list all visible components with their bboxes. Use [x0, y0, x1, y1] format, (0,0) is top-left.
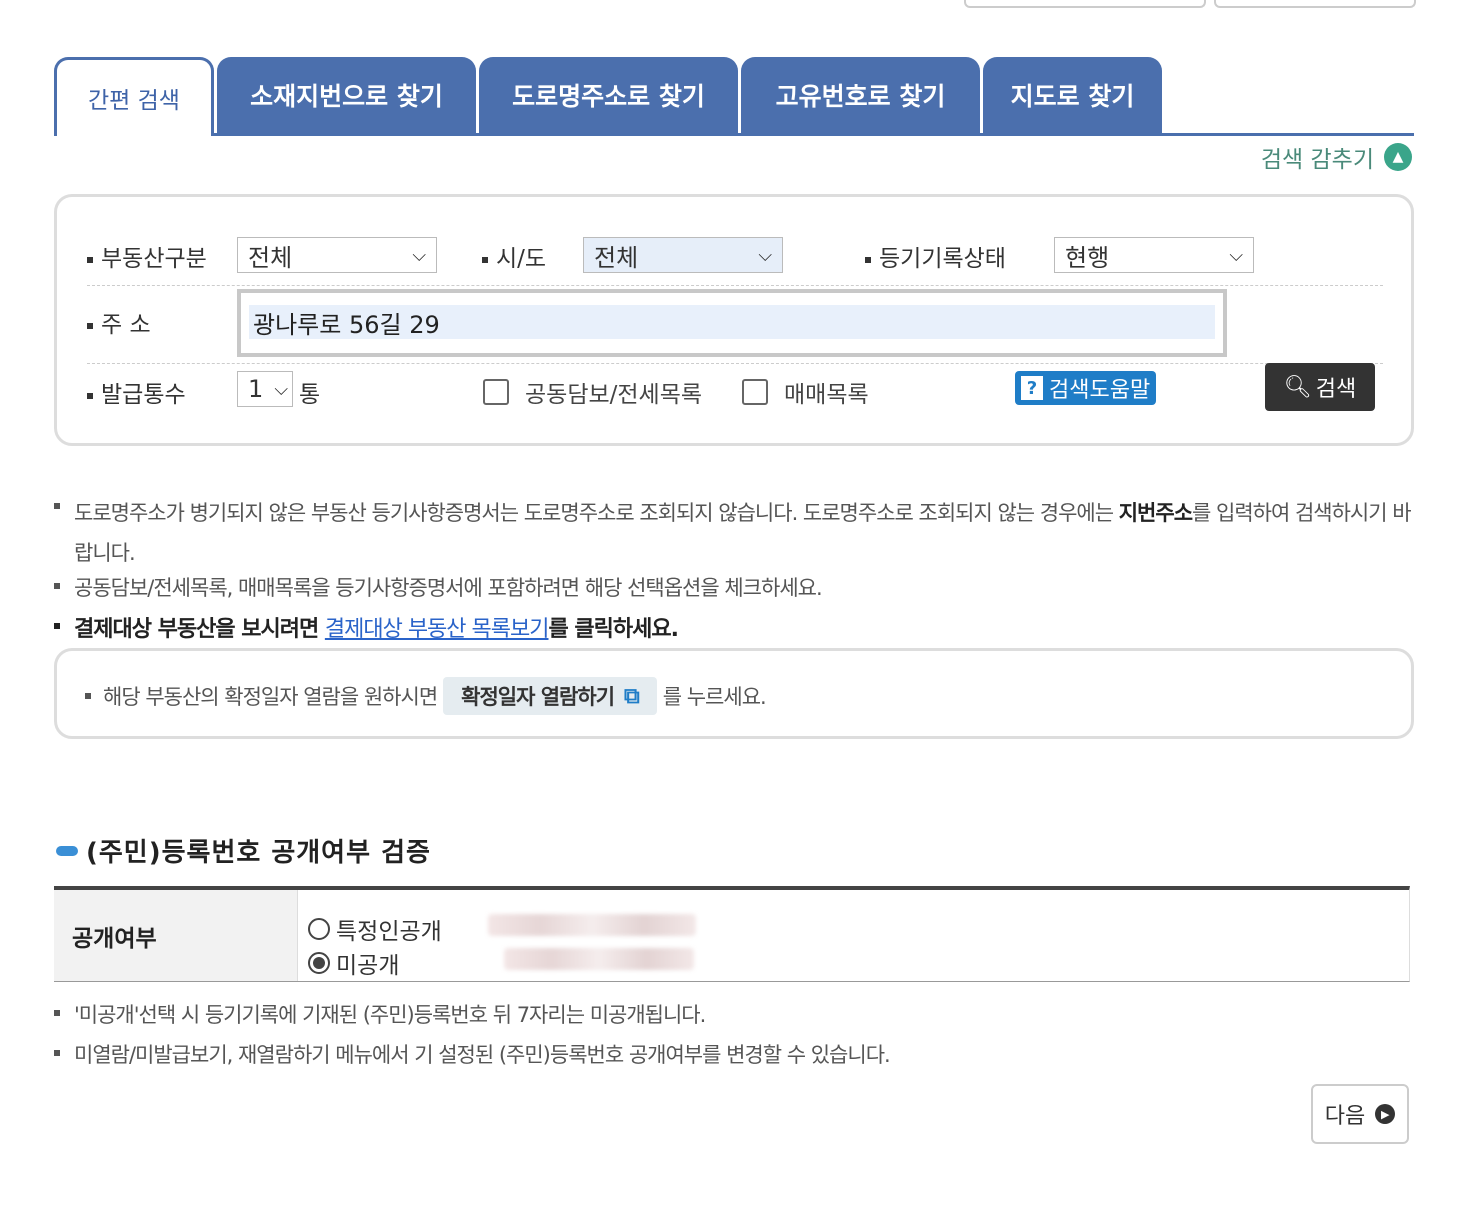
tab-simple-search[interactable]: 간편 검색	[54, 57, 214, 136]
note-bullet	[54, 1050, 60, 1056]
note-bullet	[54, 583, 60, 589]
disclosure-title-text: (주민)등록번호 공개여부 검증	[86, 838, 431, 868]
search-help-button[interactable]: ? 검색도움말	[1015, 371, 1157, 405]
chevron-down-icon: ⌵	[758, 244, 772, 266]
hide-search-label: 검색 감추기	[1260, 147, 1374, 173]
disclosure-section-title: (주민)등록번호 공개여부 검증	[56, 832, 431, 869]
radio-specific[interactable]: 특정인공개	[308, 912, 442, 946]
note-road-address-bold: 지번주소	[1118, 501, 1193, 525]
search-help-label: 검색도움말	[1049, 378, 1151, 403]
tab-unique-number[interactable]: 고유번호로 찾기	[741, 57, 980, 133]
disclosure-note-1: '미공개'선택 시 등기기록에 기재된 (주민)등록번호 뒤 7자리는 미공개됩…	[74, 1003, 706, 1027]
note-payment-text-1: 결제대상 부동산을 보시려면	[74, 617, 325, 642]
search-button-label: 검색	[1315, 377, 1357, 402]
record-status-select[interactable]: 현행 ⌵	[1054, 237, 1254, 273]
confirm-date-button[interactable]: 확정일자 열람하기 ⧉	[443, 677, 657, 715]
note-bullet	[54, 1010, 60, 1016]
address-label: 주 소	[87, 305, 151, 339]
note-bullet	[54, 623, 60, 629]
note-road-address: 도로명주소가 병기되지 않은 부동산 등기사항증명서는 도로명주소로 조회되지 …	[74, 493, 1419, 573]
note-payment: 결제대상 부동산을 보시려면 결제대상 부동산 목록보기를 클릭하세요.	[74, 611, 679, 643]
sales-list-label: 매매목록	[784, 382, 869, 408]
search-button[interactable]: 🔍︎ 검색	[1265, 363, 1375, 411]
radio-specific-label: 특정인공개	[336, 919, 442, 945]
search-icon: 🔍︎	[1283, 374, 1312, 400]
tab-lot-number[interactable]: 소재지번으로 찾기	[217, 57, 476, 133]
sido-select[interactable]: 전체 ⌵	[583, 237, 783, 273]
copies-label: 발급통수	[87, 375, 186, 409]
redacted-field	[488, 914, 696, 936]
copies-select[interactable]: 1 ⌵	[237, 371, 293, 407]
chevron-down-icon: ⌵	[412, 244, 426, 266]
property-type-select[interactable]: 전체 ⌵	[237, 237, 437, 273]
confirm-date-suffix: 를 누르세요.	[662, 685, 767, 709]
sido-value: 전체	[594, 243, 639, 272]
next-button-label: 다음	[1324, 1104, 1366, 1129]
top-button-right[interactable]	[1214, 0, 1416, 8]
search-tabs: 간편 검색 소재지번으로 찾기 도로명주소로 찾기 고유번호로 찾기 지도로 찾…	[54, 57, 1414, 136]
chevron-right-icon: ▶	[1375, 1104, 1396, 1124]
chevron-down-icon: ⌵	[1229, 244, 1243, 266]
property-type-value: 전체	[248, 243, 293, 272]
joint-collateral-checkbox[interactable]	[483, 379, 509, 405]
search-form: 부동산구분 전체 ⌵ 시/도 전체 ⌵ 등기기록상태 현행 ⌵ 주 소 발급통수…	[54, 194, 1414, 446]
note-bullet	[54, 503, 60, 509]
radio-specific-circle[interactable]	[308, 918, 330, 940]
address-field-wrapper	[237, 289, 1227, 357]
radio-private-label: 미공개	[336, 953, 400, 979]
note-options: 공동담보/전세목록, 매매목록을 등기사항증명서에 포함하려면 해당 선택옵션을…	[74, 576, 823, 600]
copies-unit: 통	[299, 382, 321, 408]
note-payment-text-2: 를 클릭하세요.	[548, 617, 679, 642]
radio-private-circle[interactable]	[308, 952, 330, 974]
section-marker-icon	[56, 845, 78, 856]
tab-map[interactable]: 지도로 찾기	[983, 57, 1162, 133]
form-row-filters: 부동산구분 전체 ⌵ 시/도 전체 ⌵ 등기기록상태 현행 ⌵	[87, 235, 1383, 286]
sido-label: 시/도	[482, 239, 546, 273]
note-road-address-text-1: 도로명주소가 병기되지 않은 부동산 등기사항증명서는 도로명주소로 조회되지 …	[74, 501, 1119, 525]
joint-collateral-label: 공동담보/전세목록	[525, 382, 703, 408]
payment-list-link[interactable]: 결제대상 부동산 목록보기	[325, 617, 550, 642]
sales-list-checkbox[interactable]	[742, 379, 768, 405]
disclosure-header: 공개여부	[54, 890, 298, 981]
address-input[interactable]	[249, 305, 1215, 339]
record-status-label: 등기기록상태	[865, 239, 1006, 273]
disclosure-note-2: 미열람/미발급보기, 재열람하기 메뉴에서 기 설정된 (주민)등록번호 공개여…	[74, 1043, 891, 1067]
record-status-value: 현행	[1065, 243, 1110, 272]
chevron-down-icon: ⌵	[274, 378, 288, 400]
disclosure-table: 공개여부 특정인공개 미공개	[54, 886, 1410, 982]
note-bullet	[85, 693, 91, 699]
question-icon: ?	[1021, 376, 1043, 400]
chevron-up-icon: ▲	[1384, 143, 1412, 171]
confirm-date-box: 해당 부동산의 확정일자 열람을 원하시면 확정일자 열람하기 ⧉ 를 누르세요…	[54, 648, 1414, 739]
hide-search-toggle[interactable]: 검색 감추기 ▲	[1261, 140, 1412, 174]
top-button-left[interactable]	[964, 0, 1206, 8]
form-row-options: 발급통수 1 ⌵ 통 공동담보/전세목록 매매목록 ? 검색도움말 🔍︎ 검색	[87, 363, 1383, 425]
confirm-date-prefix: 해당 부동산의 확정일자 열람을 원하시면	[103, 685, 438, 709]
form-row-address: 주 소	[87, 287, 1383, 364]
confirm-date-line: 해당 부동산의 확정일자 열람을 원하시면 확정일자 열람하기 ⧉ 를 누르세요…	[85, 677, 767, 715]
redacted-field	[504, 948, 694, 970]
copies-value: 1	[248, 375, 264, 403]
radio-private[interactable]: 미공개	[308, 946, 399, 980]
next-button[interactable]: 다음 ▶	[1311, 1084, 1409, 1144]
external-link-icon: ⧉	[624, 683, 640, 709]
confirm-date-button-label: 확정일자 열람하기	[461, 685, 615, 709]
property-type-label: 부동산구분	[87, 239, 207, 273]
tab-road-address[interactable]: 도로명주소로 찾기	[479, 57, 738, 133]
